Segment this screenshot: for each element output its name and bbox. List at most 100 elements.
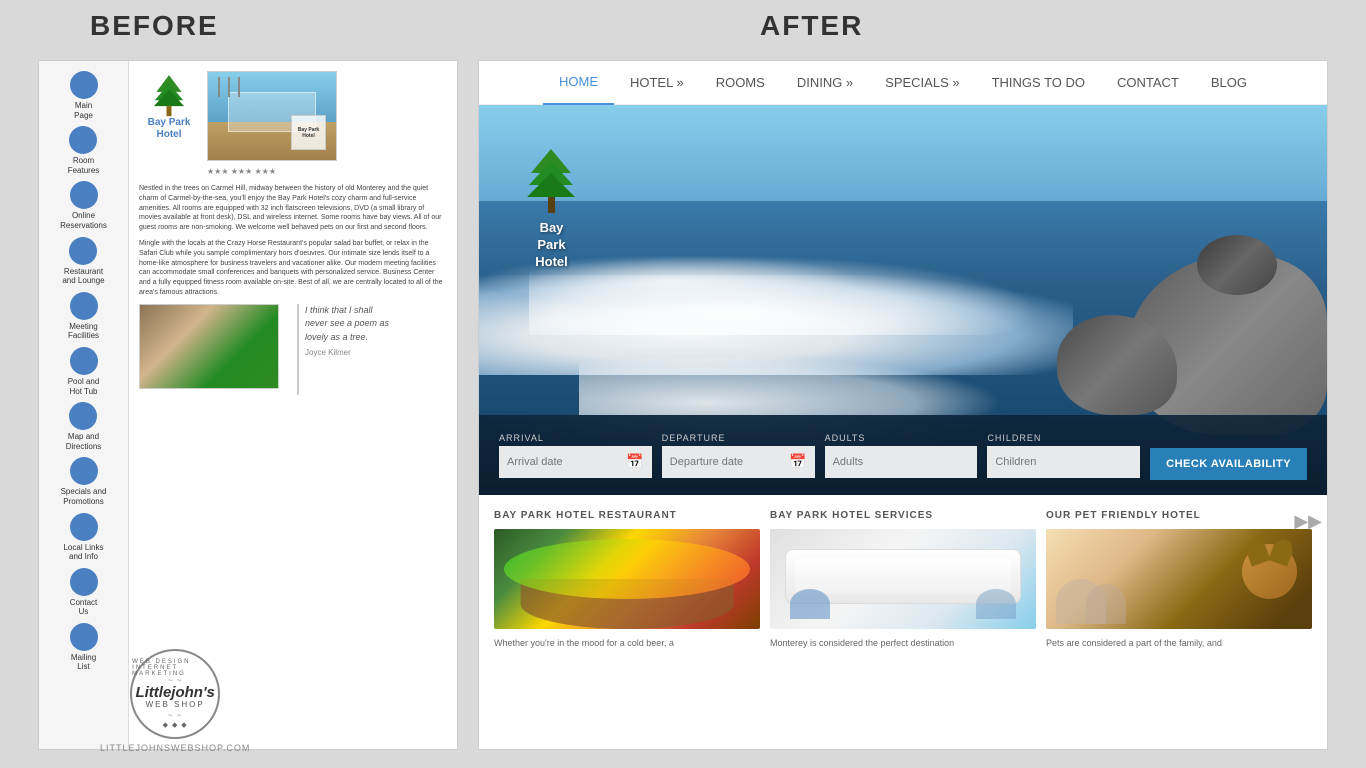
booking-bar: ARRIVAL 📅 DEPARTURE 📅 ADULTS [479, 415, 1327, 495]
adults-label: ADULTS [825, 433, 978, 443]
sidebar-item-reservations[interactable]: OnlineReservations [60, 181, 107, 230]
arrival-field: ARRIVAL 📅 [499, 433, 652, 478]
sidebar-item-pool[interactable]: Pool andHot Tub [68, 347, 100, 396]
before-logo-area: Bay Park Hotel [139, 71, 447, 176]
departure-label: DEPARTURE [662, 433, 815, 443]
pet-section-image [1046, 529, 1312, 629]
before-text-1: Nestled in the trees on Carmel Hill, mid… [139, 184, 447, 233]
watermark-name: Littlejohn's [135, 685, 214, 700]
restaurant-section-title: BAY PARK HOTEL RESTAURANT [494, 510, 760, 521]
adults-field: ADULTS [825, 433, 978, 478]
nav-label: MainPage [74, 101, 93, 120]
nav-dot [70, 71, 98, 99]
after-sections: BAY PARK HOTEL RESTAURANT Whether you're… [479, 495, 1327, 749]
nav-label: Map andDirections [66, 432, 102, 451]
arrival-calendar-icon: 📅 [626, 453, 643, 470]
nav-item-rooms[interactable]: ROOMS [700, 61, 781, 105]
before-quote: I think that I shallnever see a poem asl… [297, 304, 389, 395]
nav-dot [70, 181, 98, 209]
watermark-bottom-text: ◆ ◆ ◆ [163, 721, 188, 729]
sidebar-item-map[interactable]: Map andDirections [66, 402, 102, 451]
nav-dot [70, 347, 98, 375]
departure-input-wrapper[interactable]: 📅 [662, 446, 815, 478]
children-input-wrapper[interactable] [987, 446, 1140, 478]
nav-item-things-to-do[interactable]: THINGS TO DO [976, 61, 1101, 105]
nav-dot [69, 402, 97, 430]
sidebar-item-mailing[interactable]: MailingList [70, 623, 98, 672]
nav-label: Pool andHot Tub [68, 377, 100, 396]
restaurant-section-text: Whether you're in the mood for a cold be… [494, 637, 760, 650]
services-section-image [770, 529, 1036, 629]
adults-input-wrapper[interactable] [825, 446, 978, 478]
before-building-photo [139, 304, 279, 389]
nav-dot [70, 457, 98, 485]
nav-item-blog[interactable]: BLOG [1195, 61, 1263, 105]
tree-icon [144, 71, 194, 117]
nav-label: Restaurantand Lounge [62, 267, 104, 286]
children-label: CHILDREN [987, 433, 1140, 443]
sidebar-item-room-features[interactable]: RoomFeatures [68, 126, 100, 175]
before-sidebar: MainPage RoomFeatures OnlineReservations… [39, 61, 129, 749]
departure-date-input[interactable] [670, 456, 789, 468]
sidebar-item-restaurant[interactable]: Restaurantand Lounge [62, 237, 104, 286]
watermark-subtitle: WEB SHOP [146, 700, 205, 709]
watermark-url: LITTLEJOHNSWEBSHOP.COM [100, 743, 250, 753]
nav-label: RoomFeatures [68, 156, 100, 175]
nav-label: Local Linksand Info [63, 543, 103, 562]
nav-item-dining[interactable]: DINING » [781, 61, 869, 105]
nav-item-hotel[interactable]: HOTEL » [614, 61, 700, 105]
arrival-date-input[interactable] [507, 456, 626, 468]
nav-dot [69, 126, 97, 154]
services-section-title: BAY PARK HOTEL SERVICES [770, 510, 1036, 521]
after-nav: HOME HOTEL » ROOMS DINING » SPECIALS » T… [479, 61, 1327, 105]
after-label: AFTER [760, 10, 863, 42]
before-panel: MainPage RoomFeatures OnlineReservations… [38, 60, 458, 750]
main-wrapper: BEFORE AFTER MainPage RoomFeatures Onlin… [0, 0, 1366, 768]
pet-section-text: Pets are considered a part of the family… [1046, 637, 1312, 650]
services-section-text: Monterey is considered the perfect desti… [770, 637, 1036, 650]
nav-label: Specials andPromotions [61, 487, 107, 506]
nav-label: ContactUs [70, 598, 98, 617]
after-panel: HOME HOTEL » ROOMS DINING » SPECIALS » T… [478, 60, 1328, 750]
arrival-input-wrapper[interactable]: 📅 [499, 446, 652, 478]
rock-3 [1197, 235, 1277, 295]
before-stars: ★★★ ★★★ ★★★ [207, 167, 337, 176]
nav-dot [70, 292, 98, 320]
adults-input[interactable] [833, 456, 970, 468]
children-input[interactable] [995, 456, 1132, 468]
section-nav-arrow[interactable]: ▶▶ [1294, 511, 1322, 532]
sidebar-item-contact[interactable]: ContactUs [70, 568, 98, 617]
arrival-label: ARRIVAL [499, 433, 652, 443]
nav-dot [70, 568, 98, 596]
pet-section: OUR PET FRIENDLY HOTEL Pets are consider… [1046, 510, 1312, 739]
services-section: BAY PARK HOTEL SERVICES Monterey is cons… [770, 510, 1036, 739]
nav-label: MailingList [71, 653, 96, 672]
check-availability-button[interactable]: CHECK AVAILABILITY [1150, 448, 1307, 480]
hero-tree-icon [519, 145, 584, 215]
watermark: WEB DESIGN · INTERNET MARKETING ~ ~ Litt… [100, 649, 250, 753]
before-logo-text: Bay Park Hotel [139, 117, 199, 141]
nav-item-specials[interactable]: SPECIALS » [869, 61, 975, 105]
nav-item-contact[interactable]: CONTACT [1101, 61, 1195, 105]
restaurant-section: BAY PARK HOTEL RESTAURANT Whether you're… [494, 510, 760, 739]
departure-calendar-icon: 📅 [789, 453, 806, 470]
nav-dot [69, 237, 97, 265]
sidebar-item-main-page[interactable]: MainPage [70, 71, 98, 120]
pet-section-title: OUR PET FRIENDLY HOTEL [1046, 510, 1312, 521]
before-label: BEFORE [90, 10, 219, 42]
children-field: CHILDREN [987, 433, 1140, 478]
sidebar-item-specials[interactable]: Specials andPromotions [61, 457, 107, 506]
after-hero: BayParkHotel ARRIVAL 📅 DEPARTURE 📅 [479, 105, 1327, 495]
nav-label: OnlineReservations [60, 211, 107, 230]
sidebar-item-meeting[interactable]: MeetingFacilities [68, 292, 99, 341]
watermark-top-text: WEB DESIGN · INTERNET MARKETING [132, 659, 218, 677]
before-hotel-photo: Bay ParkHotel [207, 71, 337, 161]
hero-hotel-name: BayParkHotel [535, 220, 568, 271]
departure-field: DEPARTURE 📅 [662, 433, 815, 478]
before-text-2: Mingle with the locals at the Crazy Hors… [139, 239, 447, 298]
nav-dot [70, 513, 98, 541]
nav-item-home[interactable]: HOME [543, 61, 614, 105]
nav-dot [70, 623, 98, 651]
sidebar-item-links[interactable]: Local Linksand Info [63, 513, 103, 562]
watermark-circle: WEB DESIGN · INTERNET MARKETING ~ ~ Litt… [130, 649, 220, 739]
